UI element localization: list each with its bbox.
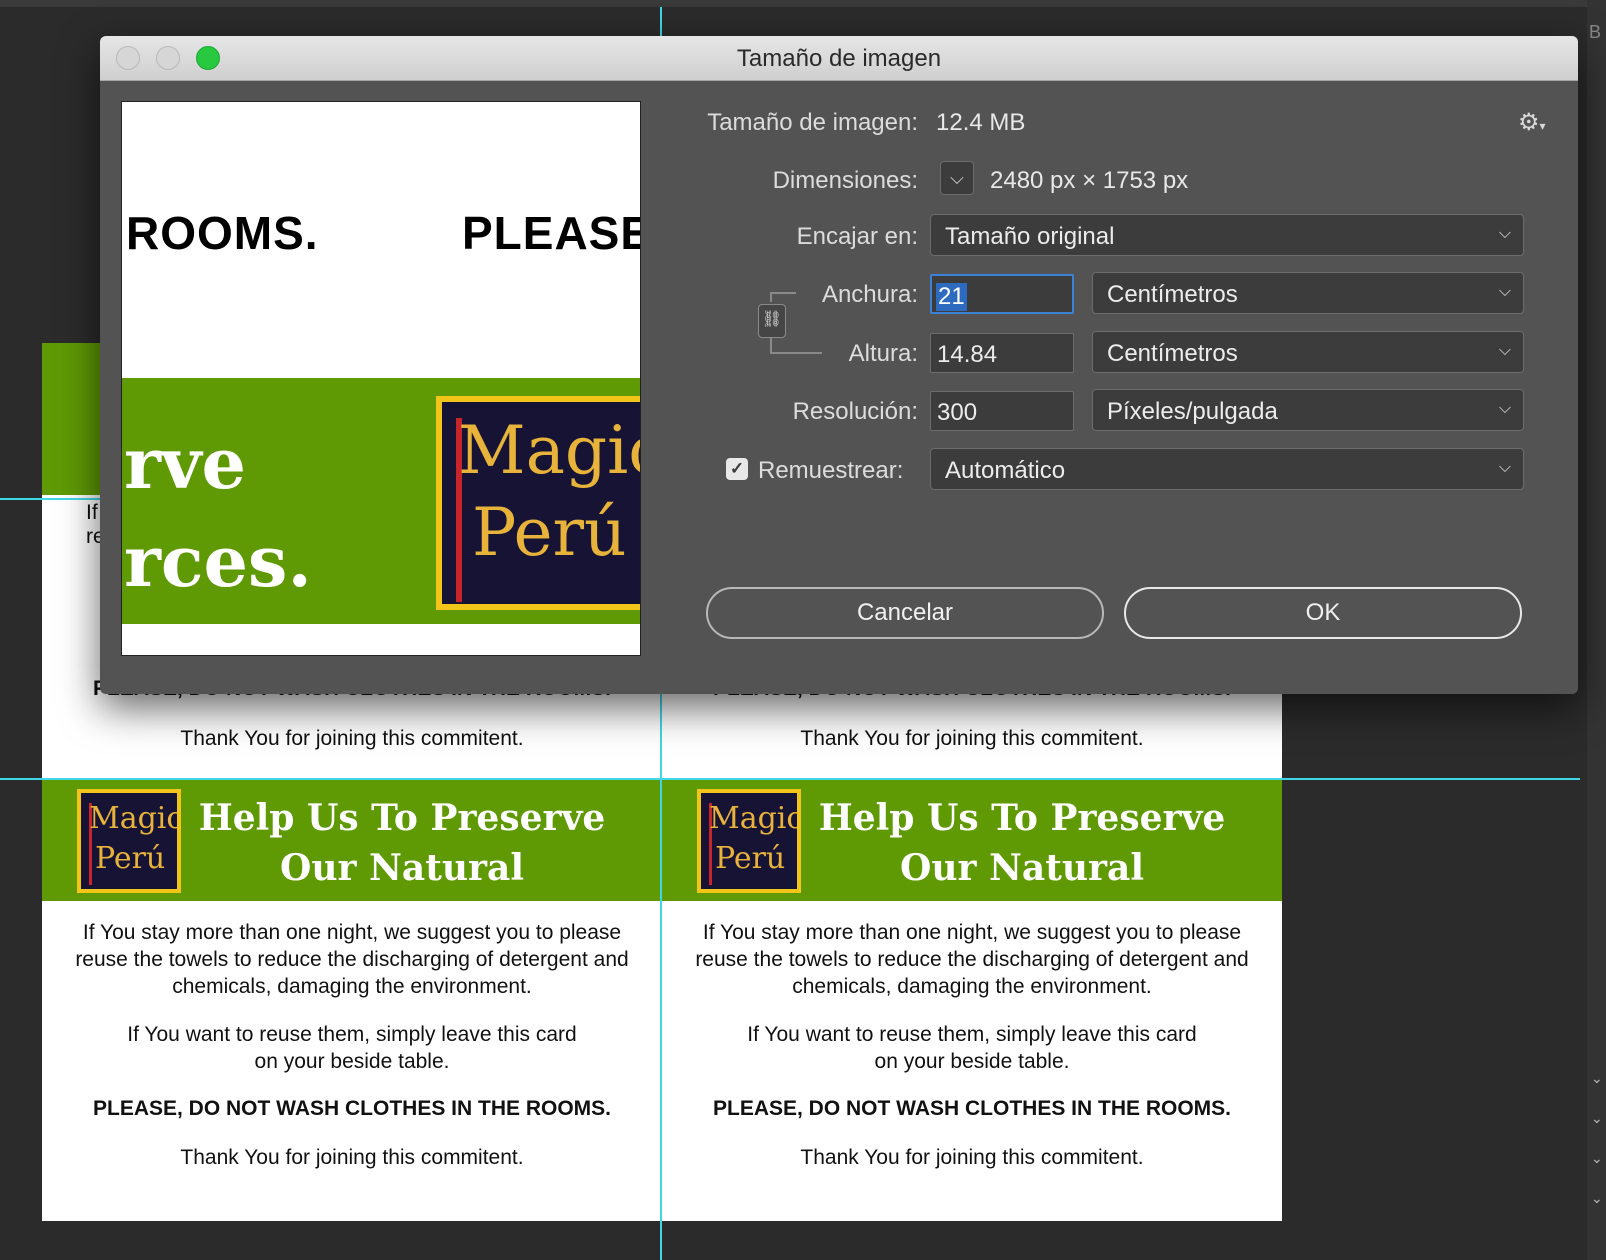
gear-icon[interactable]: ⚙▾ [1518,108,1546,137]
preview-text-right: PLEASE, [462,207,640,259]
chain-link-icon[interactable]: ⛓ [758,304,786,338]
resample-select[interactable]: Automático ⌵ [930,448,1524,490]
dimensions-dropdown[interactable]: ⌵ [940,161,974,195]
chevron-down-icon[interactable]: ⌄ [1591,1110,1603,1127]
magic-peru-logo: Magic Perú [697,789,801,893]
link-bracket [770,292,796,294]
app-top-strip [0,0,1606,7]
chevron-down-icon: ⌵ [1498,459,1511,476]
chevron-down-icon[interactable]: ⌄ [1591,1190,1603,1207]
chevron-down-icon: ⌵ [1498,225,1511,242]
thanks-text: Thank You for joining this commitent. [800,727,1144,750]
magic-peru-logo: Magic Perú [77,789,181,893]
ok-button[interactable]: OK [1124,587,1522,639]
dimensions-label: Dimensiones: [772,167,918,194]
preview-green-banner: rve rces. Magic Perú [122,378,640,624]
thanks-text: Thank You for joining this commitent. [180,1146,524,1169]
width-input[interactable]: 21 [930,274,1074,314]
dimensions-value: 2480 px × 1753 px [990,167,1189,194]
chevron-down-icon: ⌵ [1498,342,1511,359]
warning-text: PLEASE, DO NOT WASH CLOTHES IN THE ROOMS… [712,1097,1232,1120]
guide-horizontal [0,778,1580,780]
guide-horizontal [0,498,100,500]
chevron-down-icon[interactable]: ⌄ [1591,1070,1603,1087]
banner-title-line1: Help Us To Preserve [198,797,606,839]
height-input[interactable]: 14.84 [930,333,1074,373]
resolution-input[interactable]: 300 [930,391,1074,431]
image-size-dialog: Tamaño de imagen ROOMS. PLEASE, rve rces… [100,36,1578,694]
banner-title-line1: Help Us To Preserve [818,797,1226,839]
width-label: Anchura: [821,281,918,308]
image-preview[interactable]: ROOMS. PLEASE, rve rces. Magic Perú [121,101,641,656]
resample-checkbox[interactable]: ✓ [726,458,748,480]
fit-to-label: Encajar en: [796,223,918,250]
fit-to-select[interactable]: Tamaño original ⌵ [930,214,1524,256]
width-unit-select[interactable]: Centímetros ⌵ [1092,272,1524,314]
resample-label: Remuestrear: [758,457,904,484]
right-panel-strip: B ⌄ ⌄ ⌄ ⌄ [1587,0,1606,1260]
chevron-down-icon: ⌵ [950,168,964,188]
image-size-value: 12.4 MB [936,109,1026,136]
card-bottom-left: Magic Perú Help Us To Preserve Our Natur… [42,779,662,1219]
preview-logo: Magic Perú [436,396,640,610]
thanks-text: Thank You for joining this commitent. [180,727,524,750]
dialog-title: Tamaño de imagen [736,45,942,72]
resolution-unit-select[interactable]: Píxeles/pulgada ⌵ [1092,389,1524,431]
card-bottom-right: Magic Perú Help Us To Preserve Our Natur… [662,779,1282,1219]
chevron-down-icon[interactable]: ⌄ [1591,1150,1603,1167]
height-unit-select[interactable]: Centímetros ⌵ [1092,331,1524,373]
chevron-down-icon: ⌵ [1498,283,1511,300]
paragraph-1: If You stay more than one night, we sugg… [695,921,1249,998]
checkmark-icon: ✓ [729,459,745,478]
paragraph-2: If You want to reuse them, simply leave … [127,1023,577,1073]
thanks-text: Thank You for joining this commitent. [800,1146,1144,1169]
resolution-label: Resolución: [792,398,918,425]
cancel-button[interactable]: Cancelar [706,587,1104,639]
warning-text: PLEASE, DO NOT WASH CLOTHES IN THE ROOMS… [92,1097,612,1120]
image-size-label: Tamaño de imagen: [707,109,918,136]
dialog-titlebar[interactable]: Tamaño de imagen [100,36,1578,81]
height-label: Altura: [848,340,918,367]
chevron-down-icon: ⌵ [1498,400,1511,417]
paragraph-2: If You want to reuse them, simply leave … [747,1023,1197,1073]
paragraph-1: If You stay more than one night, we sugg… [75,921,629,998]
preview-text-left: ROOMS. [126,207,319,259]
